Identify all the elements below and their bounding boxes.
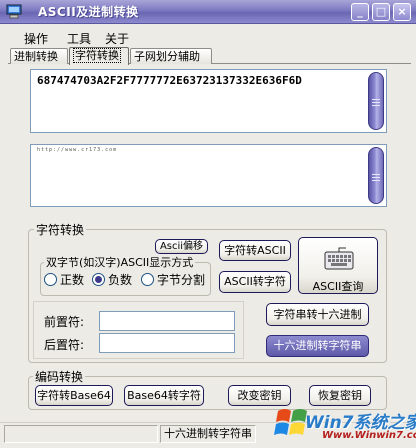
output-text: 687474703A2F2F7777772E63723137332E636F6D: [37, 74, 302, 87]
menu-operation[interactable]: 操作: [24, 30, 48, 47]
prefix-input[interactable]: [99, 311, 235, 331]
tab-char-conversion[interactable]: 字符转换: [69, 47, 129, 65]
radio-negative-label: 负数: [108, 273, 133, 287]
menu-about[interactable]: 关于: [105, 30, 129, 47]
input-scrollbar[interactable]: [368, 147, 384, 204]
radio-button: [44, 273, 57, 286]
scroll-grip-icon: [372, 174, 380, 175]
char-to-ascii-button[interactable]: 字符转ASCII: [219, 240, 291, 261]
ascii-to-char-button[interactable]: ASCII转字符: [219, 271, 291, 293]
window-title: ASCII及进制转换: [38, 5, 139, 19]
string-to-hex-button[interactable]: 字符串转十六进制: [266, 303, 369, 326]
radio-positive-label: 正数: [60, 273, 85, 287]
output-textarea[interactable]: 687474703A2F2F7777772E63723137332E636F6D: [30, 69, 387, 133]
encoding-title: 编码转换: [33, 368, 86, 385]
ascii-offset-button[interactable]: Ascii偏移: [155, 239, 208, 254]
maximize-icon[interactable]: □: [372, 3, 390, 21]
radio-positive[interactable]: 正数: [44, 271, 84, 288]
radio-button: [141, 273, 154, 286]
status-panel-action: 十六进制转字符串: [160, 425, 256, 443]
byte-display-title: 双字节(如汉字)ASCII显示方式: [44, 254, 196, 270]
radio-negative[interactable]: 负数: [92, 271, 132, 288]
tab-char-conversion-label: 字符转换: [73, 48, 121, 63]
prefix-label: 前置符:: [44, 315, 85, 329]
tab-base-conversion[interactable]: 进制转换: [10, 48, 68, 64]
input-textarea[interactable]: http://www.cr173.com: [30, 144, 387, 207]
keyboard-icon: [324, 247, 354, 270]
app-icon: [6, 4, 22, 19]
scroll-grip-icon: [372, 180, 380, 181]
radio-byte-split[interactable]: 字节分割: [141, 271, 209, 288]
radio-byte-split-label: 字节分割: [157, 273, 206, 287]
ascii-query-label: ASCII查询: [312, 280, 364, 293]
char-to-base64-button[interactable]: 字符转Base64: [35, 385, 113, 406]
ascii-query-button[interactable]: ASCII查询: [298, 237, 378, 294]
scroll-grip-icon: [372, 105, 380, 106]
radio-button: [92, 273, 105, 286]
status-panel-main: [4, 425, 158, 443]
scroll-grip-icon: [372, 177, 380, 178]
hex-to-string-button[interactable]: 十六进制转字符串: [266, 335, 369, 357]
tab-subnet-helper[interactable]: 子网划分辅助: [130, 48, 212, 64]
suffix-label: 后置符:: [44, 338, 85, 352]
output-scrollbar[interactable]: [368, 72, 384, 130]
scroll-grip-icon: [372, 102, 380, 103]
watermark-url: Www.Winwin7.com: [322, 430, 416, 441]
menu-tools[interactable]: 工具: [67, 30, 91, 47]
base64-to-char-button[interactable]: Base64转字符: [124, 385, 204, 406]
char-conversion-title: 字符转换: [34, 221, 87, 238]
close-icon[interactable]: ×: [393, 3, 411, 21]
input-text: http://www.cr173.com: [37, 147, 118, 153]
restore-key-button[interactable]: 恢复密钥: [309, 385, 371, 406]
minimize-icon[interactable]: _: [351, 3, 369, 21]
scroll-grip-icon: [372, 99, 380, 100]
suffix-input[interactable]: [99, 333, 235, 353]
